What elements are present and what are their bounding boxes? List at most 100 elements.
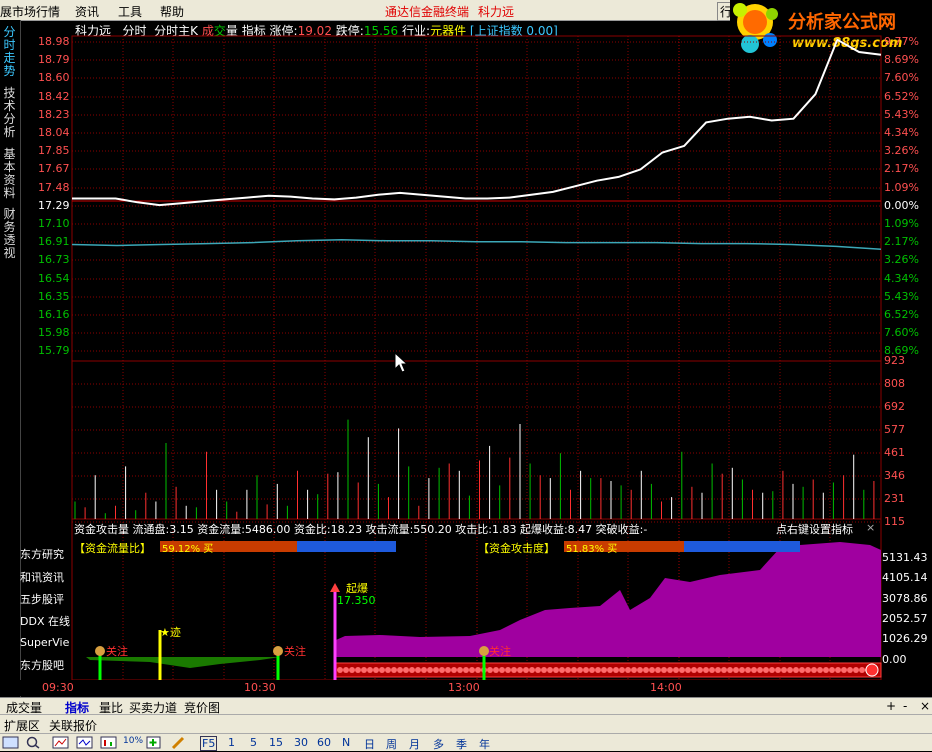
indicator-settings-hint[interactable]: 点右键设置指标 xyxy=(776,521,853,537)
tube-bead xyxy=(427,667,433,673)
tube-bead xyxy=(487,667,493,673)
link-ddx-online[interactable]: DDX 在线 xyxy=(20,613,70,629)
time-1300: 13:00 xyxy=(448,681,480,694)
zoom-icon[interactable] xyxy=(24,736,42,749)
marker-breakout-price: 17.350 xyxy=(337,594,376,607)
indicator-close-button[interactable]: × xyxy=(866,521,875,534)
percent-tick: 5.43% xyxy=(884,290,919,303)
tube-bead xyxy=(649,667,655,673)
volume-tick: 692 xyxy=(884,400,905,413)
tube-bead xyxy=(721,667,727,673)
tube-bead xyxy=(559,667,565,673)
period-30min[interactable]: 30 xyxy=(294,736,308,749)
tube-bead xyxy=(835,667,841,673)
tube-bead xyxy=(583,667,589,673)
time-1400: 14:00 xyxy=(650,681,682,694)
link-superview[interactable]: SuperVie xyxy=(20,636,69,649)
period-n[interactable]: N xyxy=(342,736,350,749)
bar-chart-icon[interactable] xyxy=(100,736,118,749)
volume-tick: 231 xyxy=(884,492,905,505)
link-dongfang-research[interactable]: 东方研究 xyxy=(20,546,64,562)
tube-bead xyxy=(625,667,631,673)
tube-bead xyxy=(847,667,853,673)
layout-icon[interactable] xyxy=(2,736,20,749)
tube-bead xyxy=(811,667,817,673)
tube-bead xyxy=(517,667,523,673)
tube-bead xyxy=(595,667,601,673)
related-quote-tab[interactable]: 关联报价 xyxy=(49,717,97,734)
indicator-tick: 5131.43 xyxy=(882,551,928,564)
attack-label: 【资金攻击度】 xyxy=(478,542,555,555)
candle-chart-icon[interactable] xyxy=(76,736,94,749)
draw-pen-icon[interactable] xyxy=(170,735,186,750)
time-0930: 09:30 xyxy=(42,681,74,694)
tube-bead xyxy=(859,667,865,673)
tube-bead xyxy=(571,667,577,673)
marker-watch-3: 关注 xyxy=(489,645,511,658)
tube-bead xyxy=(619,667,625,673)
zoom-percent[interactable]: 10% xyxy=(123,736,143,746)
tube-bead xyxy=(463,667,469,673)
tube-bead xyxy=(511,667,517,673)
indicator-tick: 1026.29 xyxy=(882,632,928,645)
period-toolbar: 10% F5 1 5 15 30 60 N 日 周 月 多 季 年 xyxy=(0,733,932,751)
tube-bead xyxy=(739,667,745,673)
percent-tick: 5.43% xyxy=(884,108,919,121)
price-tick: 18.42 xyxy=(38,90,70,103)
link-wubu-review[interactable]: 五步股评 xyxy=(20,591,64,607)
tube-bead xyxy=(421,667,427,673)
tab-add-button[interactable]: + xyxy=(886,699,896,713)
percent-tick: 7.60% xyxy=(884,326,919,339)
tube-bead xyxy=(709,667,715,673)
tube-bead xyxy=(343,667,349,673)
period-15min[interactable]: 15 xyxy=(269,736,283,749)
tube-bead xyxy=(529,667,535,673)
tube-bead xyxy=(445,667,451,673)
indicator-area xyxy=(336,542,881,657)
tab-close-button[interactable]: × xyxy=(920,699,930,713)
period-5min[interactable]: 5 xyxy=(250,736,257,749)
period-f5[interactable]: F5 xyxy=(200,736,218,751)
tube-bead xyxy=(457,667,463,673)
line-chart-icon[interactable] xyxy=(52,736,70,749)
price-tick: 16.91 xyxy=(38,235,70,248)
money-bag-icon xyxy=(479,646,489,656)
tube-bead xyxy=(685,667,691,673)
tube-bead xyxy=(733,667,739,673)
time-axis: 09:30 10:30 13:00 14:00 xyxy=(20,680,932,696)
tube-bead xyxy=(853,667,859,673)
price-tick: 18.79 xyxy=(38,53,70,66)
tube-bead xyxy=(715,667,721,673)
price-tick: 18.23 xyxy=(38,108,70,121)
fund-flow-value: 59.12% 买 xyxy=(162,544,214,555)
tube-bead xyxy=(409,667,415,673)
percent-tick: 0.00% xyxy=(884,199,919,212)
tube-bead xyxy=(361,667,367,673)
tube-bead xyxy=(379,667,385,673)
volume-tick: 923 xyxy=(884,354,905,367)
tube-bead xyxy=(397,667,403,673)
extension-area-tab[interactable]: 扩展区 xyxy=(4,717,40,734)
tube-bead xyxy=(337,667,343,673)
indicator-values: 资金攻击量 流通盘:3.15 资金流量:5486.00 资金比:18.23 攻击… xyxy=(74,523,648,536)
price-tick: 16.35 xyxy=(38,290,70,303)
period-1min[interactable]: 1 xyxy=(228,736,235,749)
link-hexun-news[interactable]: 和讯资讯 xyxy=(20,569,64,585)
indicator-tick: 4105.14 xyxy=(882,571,928,584)
tab-remove-button[interactable]: - xyxy=(903,699,907,713)
price-tick: 18.98 xyxy=(38,35,70,48)
tube-bead xyxy=(355,667,361,673)
tube-bead xyxy=(541,667,547,673)
indicator-tick: 2052.57 xyxy=(882,612,928,625)
tube-bead xyxy=(655,667,661,673)
add-indicator-icon[interactable] xyxy=(146,736,162,749)
tube-bead xyxy=(679,667,685,673)
link-dongfang-forum[interactable]: 东方股吧 xyxy=(20,657,64,673)
tube-bead xyxy=(829,667,835,673)
period-60min[interactable]: 60 xyxy=(317,736,331,749)
attack-badge: 【资金攻击度】 xyxy=(478,540,555,556)
average-price-line xyxy=(71,239,882,250)
volume-tick: 577 xyxy=(884,423,905,436)
volume-tick: 461 xyxy=(884,446,905,459)
price-tick: 17.67 xyxy=(38,162,70,175)
